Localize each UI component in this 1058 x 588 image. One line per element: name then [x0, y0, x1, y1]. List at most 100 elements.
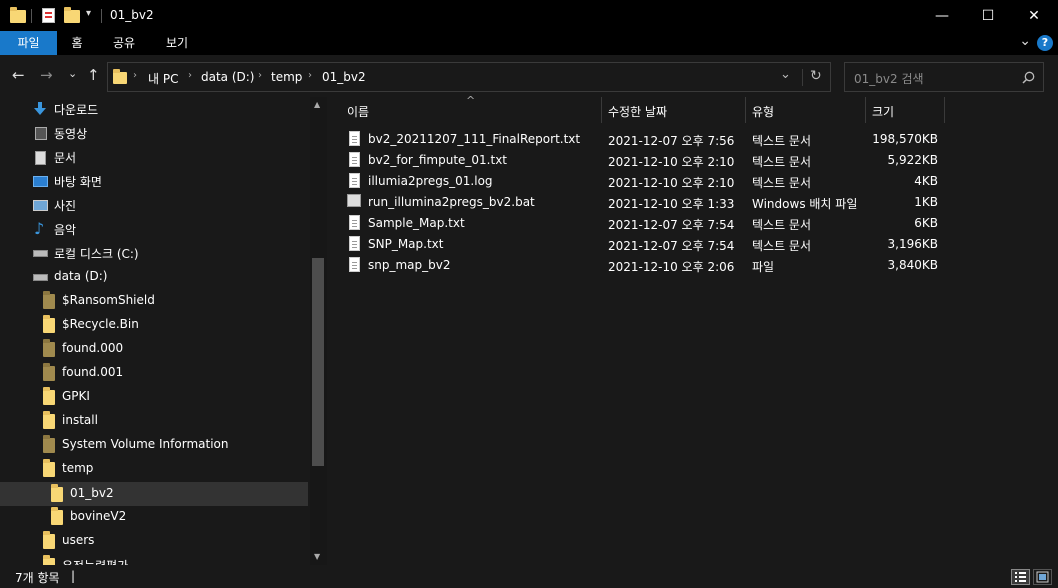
help-icon[interactable]: ?	[1037, 35, 1053, 51]
nav-item-temp[interactable]: temp	[0, 457, 308, 481]
tab-file[interactable]: 파일	[0, 31, 57, 55]
file-size: 5,922KB	[887, 153, 938, 167]
nav-item-found-001[interactable]: found.001	[0, 361, 308, 385]
tab-home[interactable]: 홈	[62, 31, 92, 55]
large-icons-view-button[interactable]	[1033, 569, 1052, 585]
folder-icon	[43, 339, 55, 357]
folder-icon	[43, 363, 55, 381]
video-icon	[35, 127, 47, 140]
nav-item-desktop[interactable]: 바탕 화면	[0, 169, 308, 193]
nav-item-label: data (D:)	[54, 269, 108, 283]
nav-item-genetic-evaluation[interactable]: 유전능력평가	[0, 553, 308, 565]
table-row[interactable]: bv2_20211207_111_FinalReport.txt 2021-12…	[345, 129, 945, 150]
up-button[interactable]: ↑	[87, 66, 100, 84]
nav-item-system-volume-information[interactable]: System Volume Information	[0, 433, 308, 457]
nav-item-install[interactable]: install	[0, 409, 308, 433]
folder-icon	[43, 459, 55, 477]
nav-item-gpki[interactable]: GPKI	[0, 385, 308, 409]
scroll-up-icon[interactable]: ▲	[314, 100, 320, 109]
nav-item-label: 유전능력평가	[62, 557, 128, 565]
column-divider[interactable]	[944, 97, 945, 123]
address-dropdown-icon[interactable]: ⌄	[780, 67, 791, 82]
title-bar: ▾ 01_bv2 — ☐ ✕	[0, 0, 1058, 31]
forward-button[interactable]: →	[40, 66, 53, 84]
nav-item-label: GPKI	[62, 389, 90, 403]
nav-item-videos[interactable]: 동영상	[0, 121, 308, 145]
column-divider[interactable]	[745, 97, 746, 123]
separator	[31, 9, 32, 23]
nav-item-drive-c[interactable]: 로컬 디스크 (C:)	[0, 241, 308, 265]
nav-item-bovinev2[interactable]: bovineV2	[0, 505, 308, 529]
search-input[interactable]: 01_bv2 검색	[844, 62, 1044, 92]
file-size: 1KB	[914, 195, 938, 209]
nav-item-documents[interactable]: 문서	[0, 145, 308, 169]
tab-share[interactable]: 공유	[104, 31, 144, 55]
folder-icon	[10, 7, 26, 23]
sort-ascending-icon: ^	[466, 94, 476, 107]
folder-icon	[113, 69, 127, 84]
back-button[interactable]: ←	[12, 66, 25, 84]
quick-access-dropdown-icon[interactable]: ▾	[86, 8, 91, 19]
nav-item-drive-d[interactable]: data (D:)	[0, 265, 308, 289]
file-name: bv2_for_fimpute_01.txt	[368, 153, 508, 167]
breadcrumb-current[interactable]: 01_bv2	[322, 70, 366, 84]
breadcrumb-temp[interactable]: temp	[271, 70, 302, 84]
minimize-button[interactable]: —	[919, 0, 965, 31]
nav-item-music[interactable]: ♪ 음악	[0, 217, 308, 241]
nav-scrollbar[interactable]: ▲ ▼	[310, 97, 327, 565]
table-row[interactable]: SNP_Map.txt 2021-12-07 오후 7:54 텍스트 문서 3,…	[345, 234, 945, 255]
tab-view[interactable]: 보기	[157, 31, 197, 55]
column-divider[interactable]	[865, 97, 866, 123]
desktop-icon	[33, 176, 48, 187]
nav-item-label: install	[62, 413, 98, 427]
breadcrumb-data-drive[interactable]: data (D:)	[201, 70, 255, 84]
column-header-type[interactable]: 유형	[752, 103, 774, 120]
file-size: 198,570KB	[872, 132, 938, 146]
breadcrumb-this-pc[interactable]: 내 PC	[148, 70, 178, 87]
table-row[interactable]: illumia2pregs_01.log 2021-12-10 오후 2:10 …	[345, 171, 945, 192]
nav-item-ransomshield[interactable]: $RansomShield	[0, 289, 308, 313]
table-row[interactable]: Sample_Map.txt 2021-12-07 오후 7:54 텍스트 문서…	[345, 213, 945, 234]
details-view-button[interactable]	[1011, 569, 1030, 585]
file-name: run_illumina2pregs_bv2.bat	[368, 195, 535, 209]
folder-icon	[51, 484, 63, 502]
maximize-button[interactable]: ☐	[965, 0, 1011, 31]
table-row[interactable]: bv2_for_fimpute_01.txt 2021-12-10 오후 2:1…	[345, 150, 945, 171]
table-row[interactable]: snp_map_bv2 2021-12-10 오후 2:06 파일 3,840K…	[345, 255, 945, 276]
nav-item-downloads[interactable]: 다운로드	[0, 97, 308, 121]
nav-item-label: 로컬 디스크 (C:)	[54, 247, 139, 261]
column-header-name[interactable]: 이름	[347, 103, 369, 120]
scrollbar-thumb[interactable]	[312, 258, 324, 466]
item-count: 7개 항목	[15, 571, 60, 585]
refresh-icon[interactable]: ↻	[810, 68, 822, 84]
file-modified: 2021-12-10 오후 2:10	[608, 176, 735, 190]
properties-icon[interactable]	[42, 8, 55, 23]
column-header-size[interactable]: 크기	[872, 103, 894, 120]
nav-item-pictures[interactable]: 사진	[0, 193, 308, 217]
nav-item-01-bv2[interactable]: 01_bv2	[0, 482, 308, 506]
text-file-icon	[349, 131, 360, 146]
nav-item-label: 음악	[54, 223, 77, 237]
file-type: 텍스트 문서	[752, 134, 812, 148]
ribbon-expand-icon[interactable]: ⌄	[1019, 33, 1031, 49]
column-header-modified[interactable]: 수정한 날짜	[608, 103, 667, 120]
nav-item-recycle-bin[interactable]: $Recycle.Bin	[0, 313, 308, 337]
column-divider[interactable]	[601, 97, 602, 123]
nav-item-label: 다운로드	[54, 103, 99, 117]
file-name: SNP_Map.txt	[368, 237, 444, 251]
nav-item-found-000[interactable]: found.000	[0, 337, 308, 361]
address-bar[interactable]: › 내 PC › data (D:) › temp › 01_bv2 ⌄ ↻	[107, 62, 831, 92]
recent-locations-button[interactable]: ⌄	[68, 67, 77, 80]
nav-item-users[interactable]: users	[0, 529, 308, 553]
folder-icon	[43, 315, 55, 333]
scroll-down-icon[interactable]: ▼	[314, 552, 320, 561]
table-row[interactable]: run_illumina2pregs_bv2.bat 2021-12-10 오후…	[345, 192, 945, 213]
batch-file-icon	[347, 194, 361, 207]
navigation-pane: 다운로드 동영상 문서 바탕 화면 사진 ♪ 음악 로컬 디스크 (C:) da…	[0, 97, 327, 565]
file-icon	[349, 257, 360, 272]
folder-icon	[43, 531, 55, 549]
new-folder-icon[interactable]	[64, 7, 80, 23]
nav-item-label: users	[62, 533, 95, 547]
close-button[interactable]: ✕	[1011, 0, 1057, 31]
text-file-icon	[349, 152, 360, 167]
